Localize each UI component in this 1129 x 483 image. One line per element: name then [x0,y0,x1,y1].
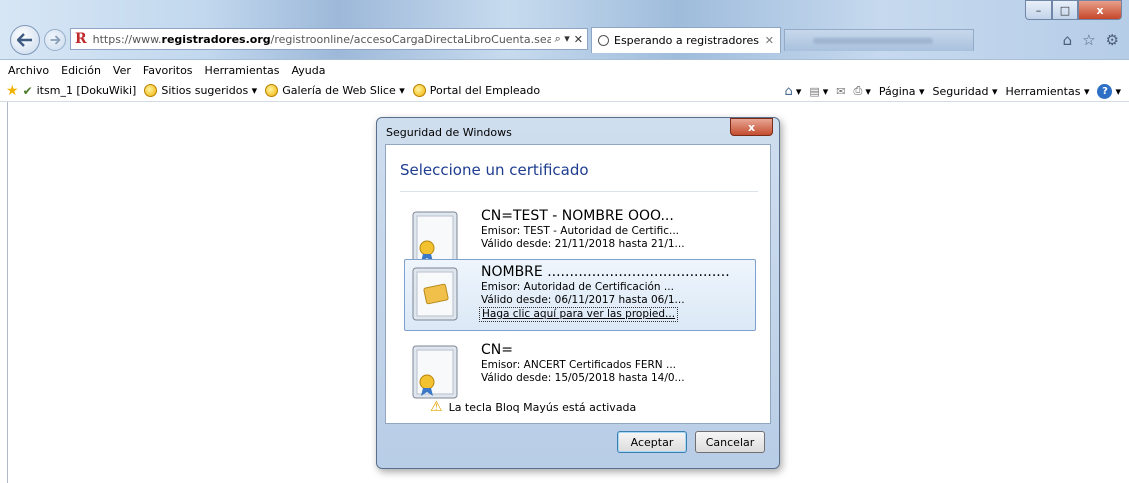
tab-inactive[interactable] [784,29,974,51]
print-command[interactable]: ⎙ ▾ [854,84,871,98]
home-icon: ⌂ [784,83,793,99]
help-command[interactable]: ? ▾ [1097,83,1121,99]
site-favicon-icon: R [75,31,87,47]
certificate-issuer: Emisor: TEST - Autoridad de Certific... [481,225,679,237]
certificate-item[interactable]: CN=TEST - NOMBRE OOO... Emisor: TEST - A… [404,203,756,267]
certificate-validity: Válido desde: 21/11/2018 hasta 21/1... [481,238,685,250]
dialog-close-button[interactable]: x [730,118,773,136]
tab-label: Esperando a registradores.o... [614,34,760,47]
ie-icon [265,84,279,97]
help-icon: ? [1097,83,1113,99]
home-command[interactable]: ⌂ ▾ [785,84,802,99]
tools-menu[interactable]: Herramientas ▾ [1006,85,1090,98]
certificate-validity: Válido desde: 15/05/2018 hasta 14/0... [481,372,685,384]
favorite-item[interactable]: Sitios sugeridos ▾ [144,84,257,97]
caps-lock-warning: ⚠ La tecla Bloq Mayús está activada [430,399,636,415]
dialog-heading: Seleccione un certificado [400,161,589,179]
mail-icon: ✉ [836,84,846,98]
print-icon: ⎙ [853,84,863,97]
settings-icon[interactable]: ⚙ [1106,31,1119,49]
menu-herramientas[interactable]: Herramientas [205,64,280,77]
certificate-name: CN=TEST - NOMBRE OOO... [481,208,674,224]
accept-button[interactable]: Aceptar [617,431,687,453]
ie-icon [144,84,158,97]
address-url[interactable]: https://www.registradores.org/registroon… [93,33,551,46]
certificate-item-selected[interactable]: NOMBRE .................................… [404,259,756,331]
menu-edicion[interactable]: Edición [61,64,101,77]
favorites-bar: ★ ✔ itsm_1 [DokuWiki] Sitios sugeridos ▾… [0,80,1129,102]
close-window-button[interactable]: x [1078,0,1122,20]
certificate-name: NOMBRE .................................… [481,264,730,280]
arrow-left-icon [17,33,32,47]
window-controls: – □ x [1025,0,1122,20]
wiki-icon: ✔ [22,83,33,98]
certificate-name: CN= [481,342,513,358]
certificate-dialog: Seguridad de Windows x Seleccione un cer… [376,117,780,469]
favorite-item[interactable]: Galería de Web Slice ▾ [265,84,405,97]
page-left-border [7,102,8,483]
certificate-validity: Válido desde: 06/11/2017 hasta 06/1... [481,294,685,306]
feeds-icon: ▤ [809,84,820,98]
smartcard-icon [412,267,458,321]
tab-active[interactable]: Esperando a registradores.o... ✕ [591,27,781,53]
feeds-command[interactable]: ▤ ▾ [809,85,828,98]
minimize-button[interactable]: – [1025,0,1052,20]
mail-command[interactable]: ✉ [836,85,845,98]
favorites-icon[interactable]: ☆ [1082,31,1095,49]
dialog-body: Seleccione un certificado CN=TEST - NOMB… [385,144,771,424]
back-button[interactable] [10,25,40,55]
favorites-star-icon[interactable]: ★ [6,83,19,99]
certificate-properties-link[interactable]: Haga clic aquí para ver las propied... [479,307,679,322]
warning-icon: ⚠ [430,399,443,415]
warning-text: La tecla Bloq Mayús está activada [448,400,637,414]
certificate-issuer: Emisor: ANCERT Certificados FERN ... [481,359,677,371]
menu-bar: Archivo Edición Ver Favoritos Herramient… [0,60,1129,80]
menu-favoritos[interactable]: Favoritos [143,64,193,77]
certificate-item[interactable]: CN= Emisor: ANCERT Certificados FERN ...… [404,337,756,401]
menu-ver[interactable]: Ver [113,64,131,77]
tab-close-icon[interactable]: ✕ [765,34,774,47]
dialog-title: Seguridad de Windows [386,126,512,139]
security-menu[interactable]: Seguridad ▾ [933,85,998,98]
menu-ayuda[interactable]: Ayuda [291,64,325,77]
command-bar: ⌂ ▾ ▤ ▾ ✉ ⎙ ▾ Página ▾ Seguridad ▾ Herramie… [785,80,1121,102]
certificate-seal-icon [412,211,458,265]
favorite-item[interactable]: Portal del Empleado [412,84,540,97]
browser-titlebar: R https://www.registradores.org/registro… [0,0,1129,60]
stop-icon[interactable]: ✕ [574,33,583,46]
page-menu[interactable]: Página ▾ [879,85,925,98]
divider [400,191,758,192]
menu-archivo[interactable]: Archivo [8,64,49,77]
address-bar[interactable]: R https://www.registradores.org/registro… [70,28,588,50]
arrow-right-icon [50,35,61,45]
home-icon[interactable]: ⌂ [1063,31,1073,49]
ie-icon [412,84,426,97]
cancel-button[interactable]: Cancelar [695,431,765,453]
browser-toolbar-icons: ⌂ ☆ ⚙ [1063,31,1119,49]
search-dropdown-icon[interactable]: ⌕ ▾ [555,32,570,46]
favorite-item[interactable]: ✔ itsm_1 [DokuWiki] [23,84,137,98]
maximize-button[interactable]: □ [1052,0,1078,20]
certificate-issuer: Emisor: Autoridad de Certificación ... [481,281,674,293]
loading-icon [598,35,609,46]
certificate-seal-icon [412,345,458,399]
forward-button[interactable] [44,29,66,51]
blurred-tab-title [813,38,933,44]
